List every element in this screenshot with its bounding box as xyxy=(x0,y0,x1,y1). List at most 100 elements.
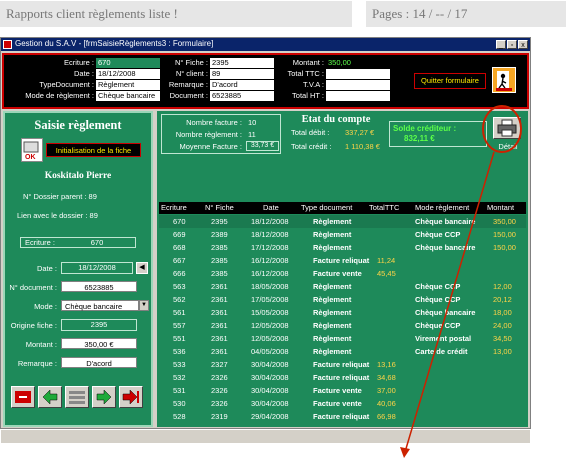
cell-type: Règlement xyxy=(313,321,352,330)
status-bar xyxy=(1,429,530,443)
cell-type: Règlement xyxy=(313,347,352,356)
table-row[interactable]: 532 2326 30/04/2008 Facture reliquat 34,68 xyxy=(159,371,526,384)
col-ecriture[interactable]: Ecriture xyxy=(161,203,187,212)
remarque-label: Remarque : xyxy=(168,80,208,89)
cell-mode: Chèque bancaire xyxy=(415,243,476,252)
record-close-button[interactable] xyxy=(11,386,35,408)
nfiche-value: 2395 xyxy=(210,58,274,68)
detail-button[interactable]: Détail xyxy=(493,142,523,151)
cell-mode: Chèque CCP xyxy=(415,295,461,304)
mode-select[interactable]: Chèque bancaire xyxy=(61,300,139,311)
cell-date: 18/12/2008 xyxy=(251,230,289,239)
cell-ecriture: 533 xyxy=(173,360,186,369)
account-state-title: Etat du compte xyxy=(301,114,371,125)
montant-field-label: Montant : xyxy=(25,340,57,349)
cell-ecriture: 670 xyxy=(173,217,186,226)
table-row[interactable]: 562 2361 17/05/2008 Règlement Chèque CCP 20,1… xyxy=(159,293,526,306)
cell-type: Facture vente xyxy=(313,269,362,278)
ecriture-box: Ecriture : 670 xyxy=(20,237,136,248)
chevron-down-icon[interactable]: ▼ xyxy=(139,300,149,311)
table-row[interactable]: 667 2385 16/12/2008 Facture reliquat 11,24 xyxy=(159,254,526,267)
minimize-button[interactable]: _ xyxy=(496,40,506,49)
last-record-button[interactable] xyxy=(119,386,143,408)
exit-door-icon[interactable] xyxy=(492,67,516,93)
cell-fiche: 2326 xyxy=(211,386,228,395)
table-row[interactable]: 530 2326 30/04/2008 Facture vente 40,06 xyxy=(159,397,526,410)
table-row[interactable]: 670 2395 18/12/2008 Règlement Chèque bancair… xyxy=(159,215,526,228)
montant-field[interactable]: 350,00 € xyxy=(61,338,137,349)
date-value: 18/12/2008 xyxy=(96,69,160,79)
cell-date: 18/12/2008 xyxy=(251,217,289,226)
table-row[interactable]: 528 2319 29/04/2008 Facture reliquat 66,98 xyxy=(159,410,526,423)
table-row[interactable]: 531 2326 30/04/2008 Facture vente 37,00 xyxy=(159,384,526,397)
origine-label: Origine fiche : xyxy=(10,321,57,330)
origine-field: 2395 xyxy=(61,319,137,331)
total-debit-label: Total débit : xyxy=(291,128,330,137)
cell-ecriture: 666 xyxy=(173,269,186,278)
record-summary-bar: Ecriture : 670 Date : 18/12/2008 TypeDoc… xyxy=(2,53,529,109)
moyenne-label: Moyenne Facture : xyxy=(179,142,242,151)
reset-ok-icon[interactable]: OK xyxy=(21,138,43,162)
doc-left-title: Rapports client règlements liste ! xyxy=(0,1,352,27)
col-mode[interactable]: Mode règlement xyxy=(415,203,469,212)
ndoc-field[interactable]: 6523885 xyxy=(61,281,137,292)
cell-ecriture: 536 xyxy=(173,347,186,356)
next-record-button[interactable] xyxy=(92,386,116,408)
cell-ttc: 11,24 xyxy=(377,256,396,265)
init-form-button[interactable]: Initialisation de la fiche xyxy=(46,143,141,157)
print-icon[interactable] xyxy=(493,117,521,139)
table-row[interactable]: 668 2385 17/12/2008 Règlement Chèque bancair… xyxy=(159,241,526,254)
col-montant[interactable]: Montant xyxy=(487,203,514,212)
list-view-button[interactable] xyxy=(65,386,89,408)
cell-date: 17/05/2008 xyxy=(251,295,289,304)
client-name: Koskitalo Pierre xyxy=(44,171,112,181)
cell-ttc: 45,45 xyxy=(377,269,396,278)
cell-mode: Chèque bancaire xyxy=(415,217,476,226)
cell-ecriture: 530 xyxy=(173,399,186,408)
dossier-link: Lien avec le dossier : 89 xyxy=(17,211,98,220)
cell-ecriture: 562 xyxy=(173,295,186,304)
type-value: Règlement xyxy=(96,80,160,90)
cell-date: 30/04/2008 xyxy=(251,399,289,408)
col-ttc[interactable]: TotalTTC xyxy=(369,203,399,212)
cell-montant: 13,00 xyxy=(493,347,512,356)
remarque-field[interactable]: D'acord xyxy=(61,357,137,368)
cell-date: 29/04/2008 xyxy=(251,412,289,421)
cell-mode: Chèque CCP xyxy=(415,282,461,291)
cell-ecriture: 668 xyxy=(173,243,186,252)
ecriture-box-value: 670 xyxy=(90,238,104,247)
table-row[interactable]: 666 2385 16/12/2008 Facture vente 45,45 xyxy=(159,267,526,280)
ndoc-label: N° document : xyxy=(9,283,57,292)
restore-button[interactable]: ▫ xyxy=(507,40,517,49)
col-date[interactable]: Date xyxy=(263,203,279,212)
table-row[interactable]: 557 2361 12/05/2008 Règlement Chèque CCP 24,0… xyxy=(159,319,526,332)
cell-ecriture: 667 xyxy=(173,256,186,265)
table-row[interactable]: 561 2361 15/05/2008 Règlement Chèque bancair… xyxy=(159,306,526,319)
cell-type: Règlement xyxy=(313,334,352,343)
cell-type: Facture vente xyxy=(313,386,362,395)
table-row[interactable]: 551 2361 12/05/2008 Règlement Virement posta… xyxy=(159,332,526,345)
cell-ecriture: 551 xyxy=(173,334,186,343)
cell-montant: 12,00 xyxy=(493,282,512,291)
montant-label: Montant : xyxy=(292,58,324,67)
table-row[interactable]: 536 2361 04/05/2008 Règlement Carte de crédi… xyxy=(159,345,526,358)
table-row[interactable]: 669 2389 18/12/2008 Règlement Chèque CCP 150,… xyxy=(159,228,526,241)
nb-facture-label: Nombre facture : xyxy=(186,118,242,127)
table-row[interactable]: 533 2327 30/04/2008 Facture reliquat 13,16 xyxy=(159,358,526,371)
table-row[interactable]: 563 2361 18/05/2008 Règlement Chèque CCP 12,0… xyxy=(159,280,526,293)
date-field[interactable]: 18/12/2008 xyxy=(61,262,133,274)
col-fiche[interactable]: N° Fiche xyxy=(205,203,234,212)
nfiche-label: N° Fiche : xyxy=(174,58,208,67)
date-picker-button[interactable]: ◀ xyxy=(136,262,148,274)
quit-form-button[interactable]: Quitter formulaire xyxy=(414,73,486,89)
close-button[interactable]: x xyxy=(518,40,528,49)
cell-mode: Chèque CCP xyxy=(415,321,461,330)
cell-fiche: 2361 xyxy=(211,295,228,304)
cell-fiche: 2361 xyxy=(211,308,228,317)
account-panel: Nombre facture : 10 Nombre règlement : 1… xyxy=(157,111,528,427)
cell-fiche: 2361 xyxy=(211,321,228,330)
cell-ecriture: 669 xyxy=(173,230,186,239)
col-type[interactable]: Type document xyxy=(301,203,352,212)
ttc-value xyxy=(326,69,390,79)
previous-record-button[interactable] xyxy=(38,386,62,408)
